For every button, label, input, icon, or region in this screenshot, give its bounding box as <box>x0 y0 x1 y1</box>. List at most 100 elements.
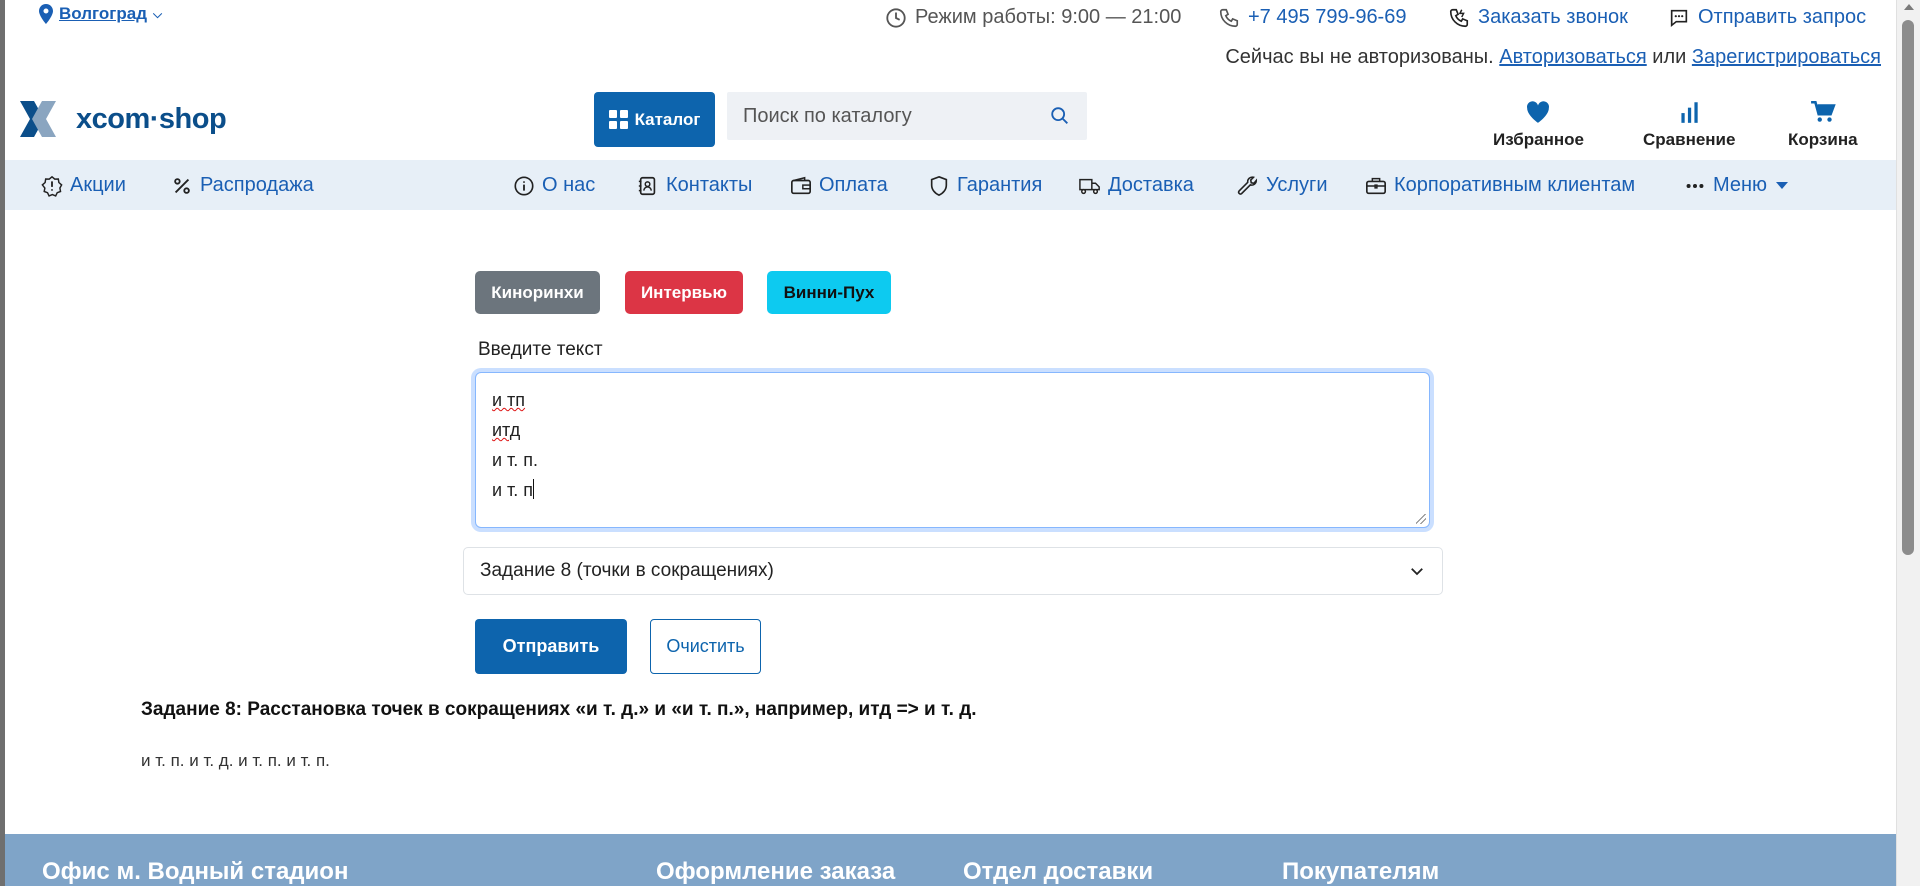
favorites-button[interactable]: Избранное <box>1493 100 1584 150</box>
text-line-1: и тп <box>492 390 526 410</box>
working-hours: Режим работы: 9:00 — 21:00 <box>885 6 1181 29</box>
nav-item-corporate[interactable]: Корпоративным клиентам <box>1365 174 1635 197</box>
task-select-value: Задание 8 (точки в сокращениях) <box>480 560 774 581</box>
footer-heading-delivery: Отдел доставки <box>963 858 1154 885</box>
text-input-area[interactable]: и тп итд и т. п. и т. п <box>475 372 1430 528</box>
catalog-button[interactable]: Каталог <box>594 92 715 147</box>
nav-label-payment: Оплата <box>819 174 888 196</box>
submit-button[interactable]: Отправить <box>475 619 627 674</box>
footer-heading-office: Офис м. Водный стадион <box>42 858 349 885</box>
text-line-3: и т. п. <box>492 450 539 470</box>
text-line: и т. п. <box>492 445 1413 475</box>
logo-x-icon <box>20 101 56 137</box>
clear-button[interactable]: Очистить <box>650 619 761 674</box>
phone-number[interactable]: +7 495 799-96-69 <box>1248 6 1406 29</box>
callback-label[interactable]: Заказать звонок <box>1478 6 1628 29</box>
preset-button-interview[interactable]: Интервью <box>625 271 743 314</box>
nav-label-delivery: Доставка <box>1108 174 1194 196</box>
cart-button[interactable]: Корзина <box>1788 100 1858 150</box>
working-hours-text: Режим работы: 9:00 — 21:00 <box>915 6 1182 28</box>
nav-label-services: Услуги <box>1266 174 1328 196</box>
nav-item-payment[interactable]: Оплата <box>790 174 888 197</box>
text-line: и т. п <box>492 475 1413 505</box>
resize-grip-icon[interactable] <box>1416 514 1426 524</box>
cart-label: Корзина <box>1788 130 1858 149</box>
scrollbar-thumb[interactable] <box>1902 20 1914 555</box>
shield-icon <box>930 175 948 196</box>
cart-icon <box>1810 100 1836 122</box>
logo-text: xcom·shop <box>76 102 227 135</box>
percent-icon <box>174 177 190 194</box>
page-scrollbar[interactable] <box>1896 0 1920 886</box>
nav-item-sale[interactable]: Распродажа <box>171 174 314 197</box>
auth-status: Сейчас вы не авторизованы. Авторизоватьс… <box>1225 46 1881 69</box>
nav-item-services[interactable]: Услуги <box>1237 174 1328 197</box>
info-icon <box>514 175 534 196</box>
text-line: и тп <box>492 385 1413 415</box>
nav-label-contacts: Контакты <box>666 174 753 196</box>
alert-icon <box>41 175 63 197</box>
nav-item-promotions[interactable]: Акции <box>41 174 126 197</box>
footer: Офис м. Водный стадион Оформление заказа… <box>5 834 1896 886</box>
clock-icon <box>886 7 906 28</box>
search-input[interactable]: Поиск по каталогу <box>727 92 1087 140</box>
contacts-icon <box>638 176 656 195</box>
nav-item-about[interactable]: О нас <box>513 174 595 197</box>
chevron-down-icon <box>1411 568 1423 576</box>
favorites-label: Избранное <box>1493 130 1584 149</box>
nav-item-contacts[interactable]: Контакты <box>637 174 752 197</box>
task-select[interactable]: Задание 8 (точки в сокращениях) <box>463 547 1443 595</box>
text-line: итд <box>492 415 1413 445</box>
wrench-icon <box>1237 175 1258 195</box>
more-icon <box>1686 183 1704 188</box>
briefcase-icon <box>1366 177 1386 194</box>
catalog-label: Каталог <box>634 109 701 129</box>
city-selector[interactable]: Волгоград ⌵ <box>39 4 162 24</box>
bar-chart-icon <box>1681 102 1698 123</box>
chat-icon <box>1670 9 1688 27</box>
phone-link[interactable]: +7 495 799-96-69 <box>1218 6 1406 29</box>
phone-icon <box>1219 8 1239 27</box>
search-placeholder: Поиск по каталогу <box>743 104 912 127</box>
location-pin-icon <box>39 4 53 24</box>
request-link[interactable]: Отправить запрос <box>1668 6 1866 29</box>
request-label[interactable]: Отправить запрос <box>1698 6 1866 29</box>
auth-or: или <box>1652 46 1687 68</box>
footer-heading-ordering: Оформление заказа <box>656 858 896 885</box>
text-input-label: Введите текст <box>478 339 603 360</box>
text-cursor <box>533 479 535 499</box>
heart-icon <box>1527 101 1550 123</box>
nav-label-menu: Меню <box>1713 174 1768 196</box>
caret-down-icon <box>1776 182 1789 189</box>
footer-heading-customers: Покупателям <box>1282 858 1440 885</box>
nav-item-delivery[interactable]: Доставка <box>1079 174 1194 197</box>
nav-label-about: О нас <box>542 174 596 196</box>
scroll-up-arrow-icon[interactable] <box>1904 4 1914 10</box>
text-line-4: и т. п <box>492 480 534 500</box>
city-name[interactable]: Волгоград <box>59 4 147 24</box>
nav-label-sale: Распродажа <box>200 174 314 196</box>
text-line-2: итд <box>492 420 521 440</box>
compare-label: Сравнение <box>1643 130 1736 149</box>
main-nav: Акции Распродажа О нас Контакты Оплата Г… <box>5 160 1896 210</box>
preset-button-winnie-pooh[interactable]: Винни-Пух <box>767 271 891 314</box>
compare-button[interactable]: Сравнение <box>1643 100 1735 150</box>
wallet-icon <box>791 176 811 194</box>
auth-text: Сейчас вы не авторизованы. <box>1225 46 1494 68</box>
chevron-down-icon: ⌵ <box>153 6 163 21</box>
nav-label-promotions: Акции <box>70 174 126 196</box>
site-logo[interactable]: xcom·shop <box>20 101 227 137</box>
grid-icon <box>608 110 628 129</box>
login-link[interactable]: Авторизоваться <box>1499 46 1646 68</box>
preset-button-kinorinhi[interactable]: Кинорин­хи <box>475 271 600 314</box>
task-description: Задание 8: Расстановка точек в сокращени… <box>141 699 977 720</box>
phone-callback-icon <box>1449 8 1469 27</box>
result-text: и т. п. и т. д. и т. п. и т. п. <box>141 751 330 770</box>
nav-label-corporate: Корпоративным клиентам <box>1394 174 1636 196</box>
search-icon[interactable] <box>1049 105 1071 127</box>
register-link[interactable]: Зарегистрироваться <box>1692 46 1881 68</box>
nav-item-warranty[interactable]: Гарантия <box>928 174 1042 197</box>
page: Волгоград ⌵ Режим работы: 9:00 — 21:00 +… <box>5 0 1896 886</box>
nav-item-menu[interactable]: Меню <box>1684 174 1789 197</box>
callback-link[interactable]: Заказать звонок <box>1448 6 1628 29</box>
